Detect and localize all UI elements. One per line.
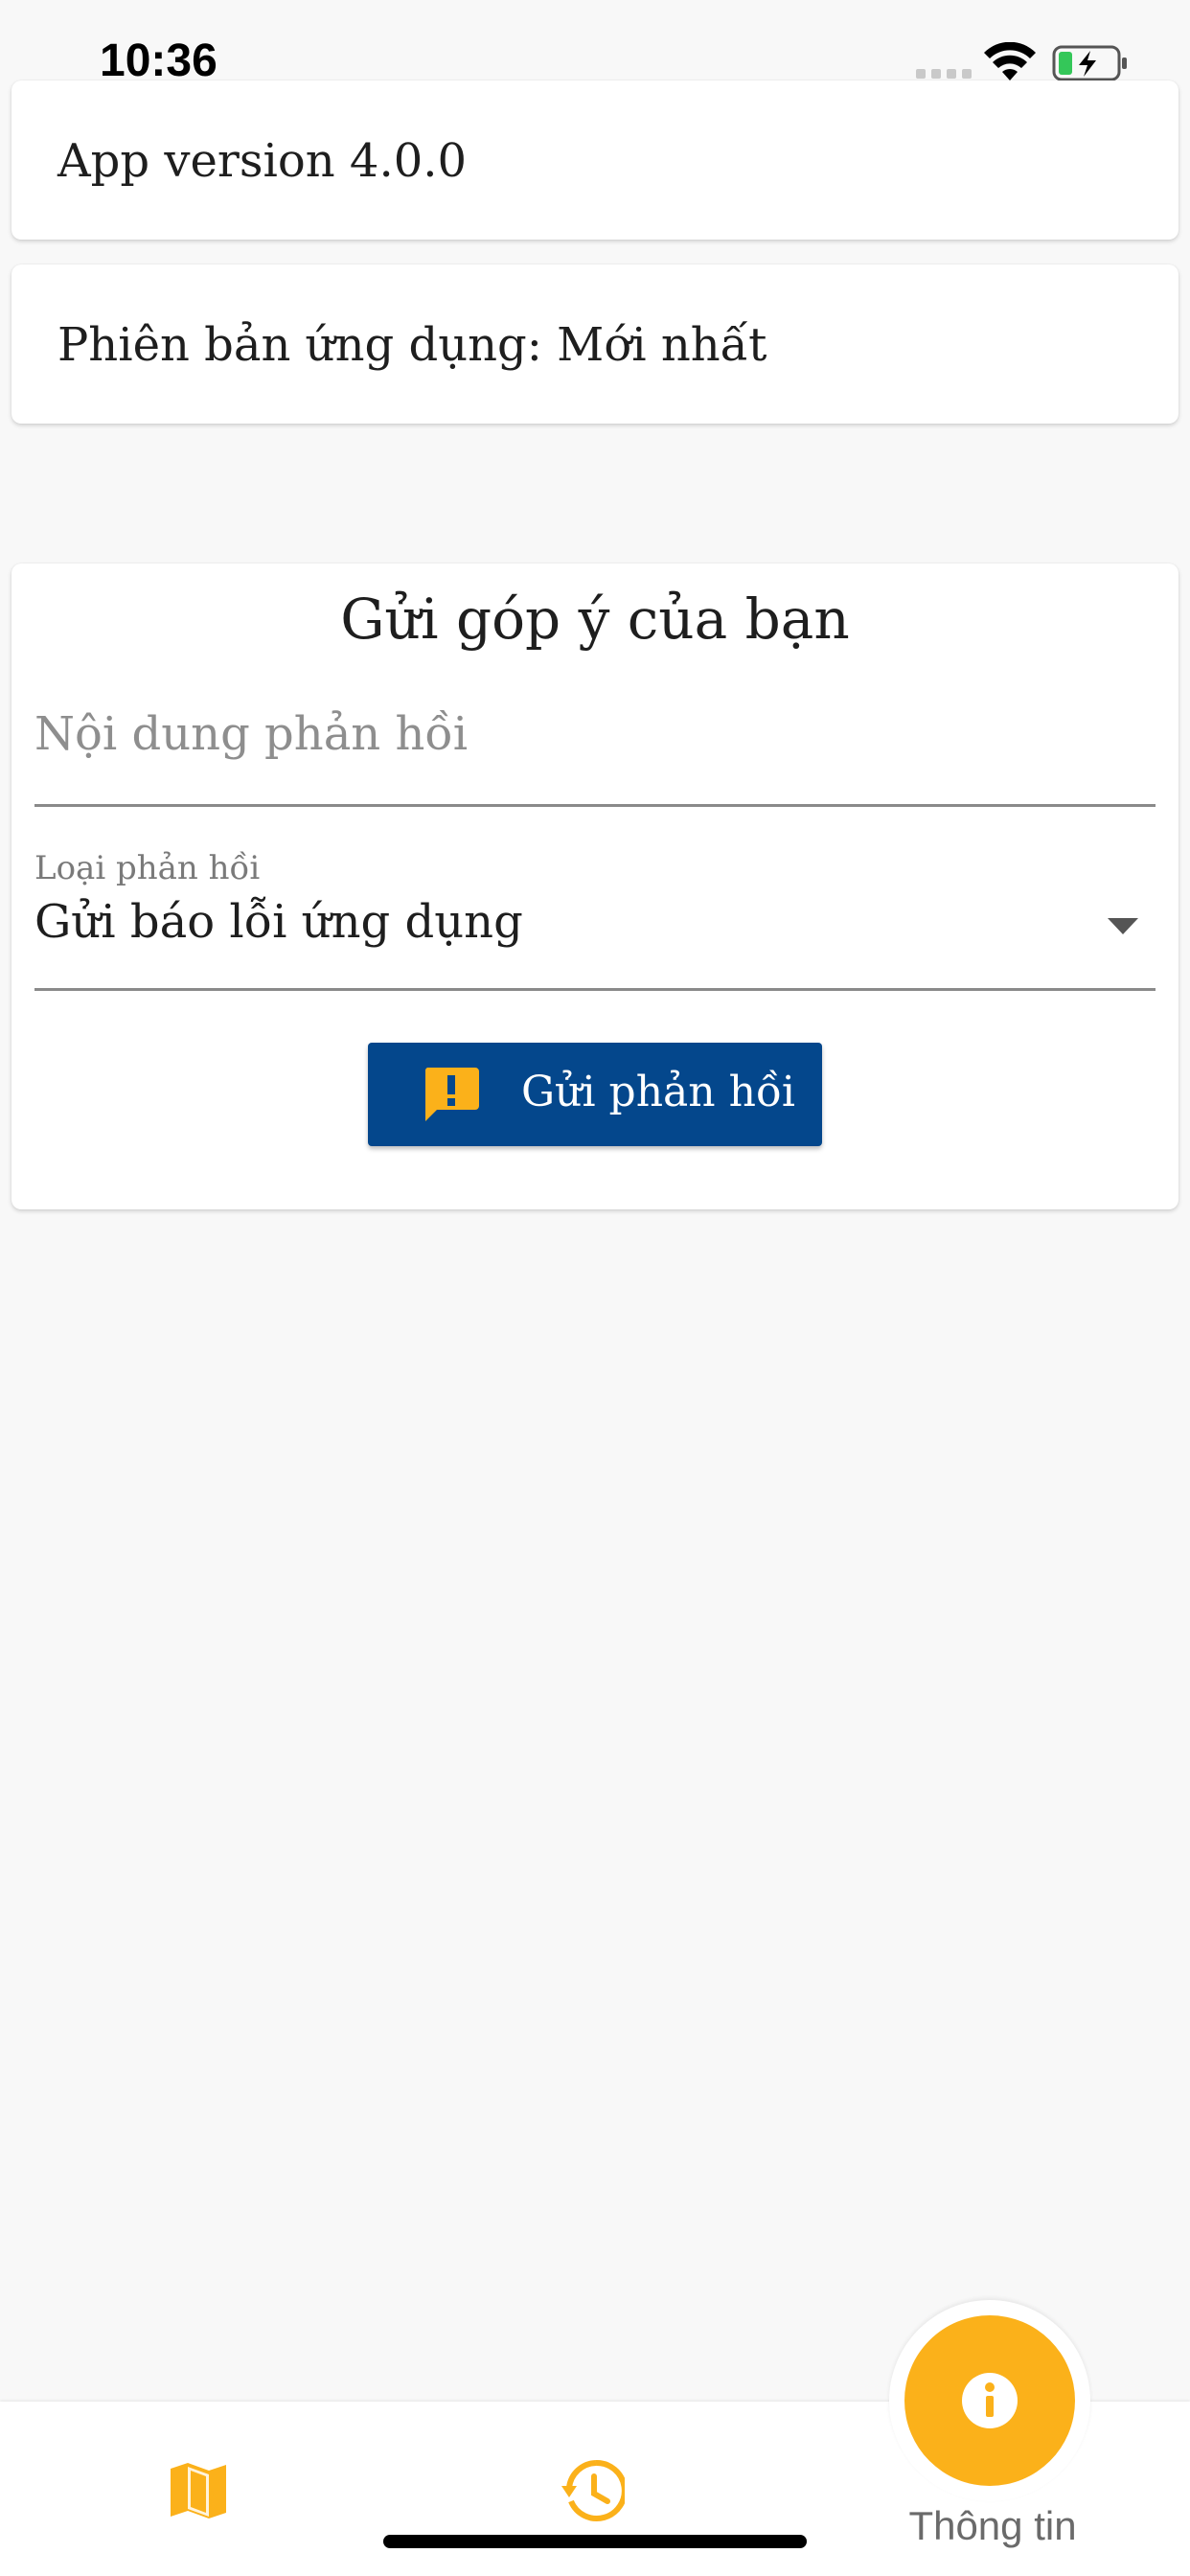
- info-icon: [962, 2373, 1018, 2428]
- nav-info-button[interactable]: [904, 2315, 1075, 2486]
- feedback-content-placeholder: Nội dung phản hồi: [34, 707, 469, 761]
- home-indicator: [383, 2535, 807, 2548]
- feedback-title: Gửi góp ý của bạn: [340, 586, 850, 652]
- status-time: 10:36: [100, 35, 217, 86]
- history-icon[interactable]: [561, 2459, 625, 2522]
- signal-icon: [916, 69, 972, 79]
- screen: 10:36 App version 4.0.0 Phiên bản ứng dụ…: [0, 0, 1190, 2576]
- map-icon[interactable]: [169, 2461, 228, 2520]
- feedback-card: Gửi góp ý của bạn Nội dung phản hồi Loại…: [11, 564, 1179, 1209]
- app-version-card: App version 4.0.0: [11, 80, 1179, 240]
- version-status-text: Phiên bản ứng dụng: Mới nhất: [57, 318, 767, 372]
- feedback-content-input[interactable]: Nội dung phản hồi: [34, 688, 1156, 807]
- feedback-type-label: Loại phản hồi: [34, 849, 261, 887]
- wifi-icon: [984, 42, 1036, 80]
- version-status-card: Phiên bản ứng dụng: Mới nhất: [11, 264, 1179, 424]
- nav-info-label[interactable]: Thông tin: [862, 2503, 1123, 2549]
- submit-feedback-button[interactable]: Gửi phản hồi: [368, 1043, 822, 1146]
- feedback-icon: [424, 1068, 479, 1121]
- app-version-text: App version 4.0.0: [57, 134, 468, 188]
- feedback-type-value: Gửi báo lỗi ứng dụng: [34, 895, 523, 949]
- submit-feedback-label: Gửi phản hồi: [521, 1068, 795, 1116]
- feedback-type-select[interactable]: Loại phản hồi Gửi báo lỗi ứng dụng: [34, 849, 1156, 991]
- battery-icon: [1052, 45, 1127, 81]
- chevron-down-icon[interactable]: [1108, 918, 1138, 934]
